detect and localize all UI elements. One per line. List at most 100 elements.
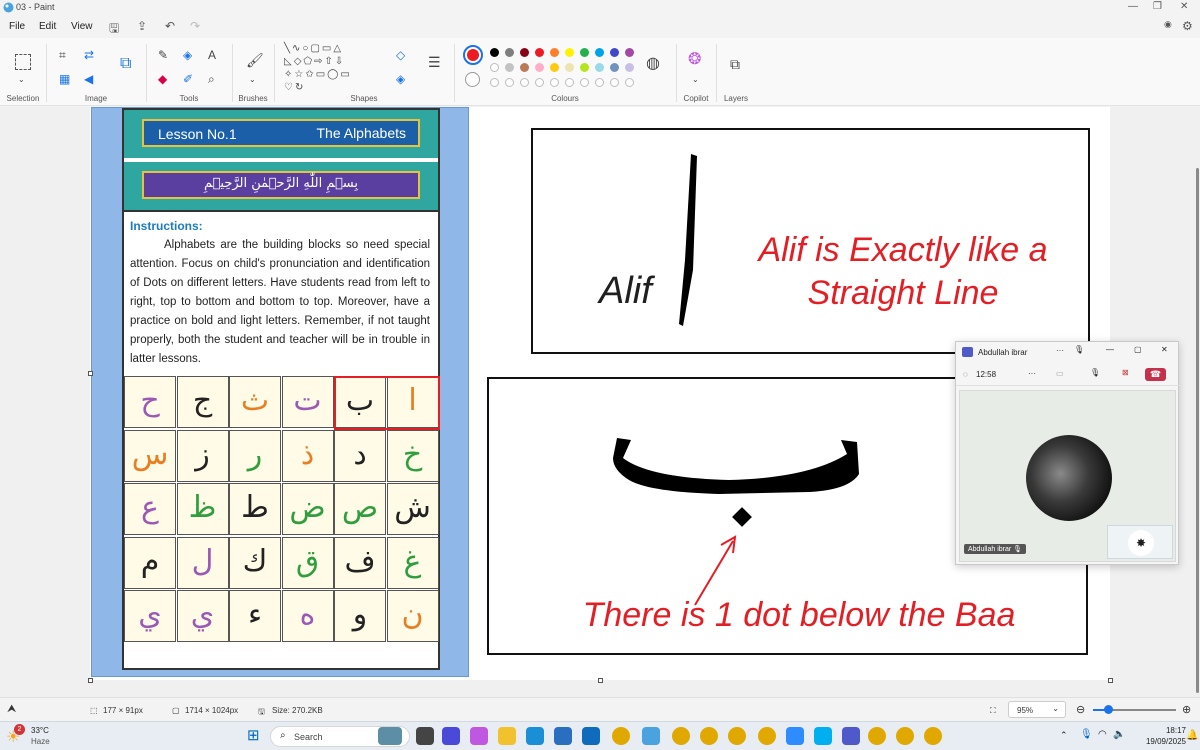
colour-swatch[interactable]: [610, 63, 619, 72]
primary-color-swatch[interactable]: [463, 45, 483, 65]
resize-handle-bottom-right[interactable]: [1108, 678, 1113, 683]
colour-swatch[interactable]: [565, 48, 574, 57]
hang-up-button[interactable]: ☎: [1145, 368, 1166, 381]
custom-colour-swatch[interactable]: [490, 78, 499, 87]
resize-handle-left[interactable]: [88, 371, 93, 376]
colour-swatch[interactable]: [505, 48, 514, 57]
colour-swatch[interactable]: [580, 63, 589, 72]
custom-colour-swatch[interactable]: [565, 78, 574, 87]
maximize-icon[interactable]: ❐: [1153, 1, 1162, 12]
menu-file[interactable]: File: [9, 21, 25, 32]
store-icon[interactable]: [554, 727, 572, 745]
chrome-profile-icon[interactable]: [868, 727, 886, 745]
copilot-icon[interactable]: [470, 727, 488, 745]
colour-swatch[interactable]: [625, 63, 634, 72]
chrome-icon[interactable]: [896, 727, 914, 745]
car-widget-icon[interactable]: [378, 727, 402, 745]
zoom-select[interactable]: 95% ⌄: [1008, 701, 1066, 718]
chrome-profile-icon[interactable]: [700, 727, 718, 745]
skype-icon[interactable]: [814, 727, 832, 745]
selection-tool-icon[interactable]: [15, 54, 31, 70]
colour-swatch[interactable]: [550, 48, 559, 57]
more-icon[interactable]: ···: [1028, 369, 1036, 378]
menu-edit[interactable]: Edit: [39, 21, 56, 32]
teams-call-window[interactable]: Abdullah ibrar ··· 🎙 — ▢ ✕ ◌ 12:58 ··· ▭…: [955, 341, 1180, 565]
mic-tray-icon[interactable]: 🎙: [1080, 729, 1093, 740]
custom-colour-swatch[interactable]: [610, 78, 619, 87]
undo-icon[interactable]: ↶: [165, 19, 175, 33]
redo-icon[interactable]: ↷: [190, 19, 200, 33]
colour-swatch[interactable]: [625, 48, 634, 57]
share-icon[interactable]: ⇪: [137, 19, 147, 33]
magnifier-icon[interactable]: ⌕: [208, 73, 215, 85]
image-select-icon[interactable]: ▦: [59, 73, 70, 85]
rotate-icon[interactable]: ◀: [84, 73, 93, 85]
size-icon[interactable]: ☰: [428, 55, 441, 69]
eraser-icon[interactable]: ◆: [158, 73, 167, 85]
fit-icon[interactable]: ⛶: [990, 706, 996, 716]
clock-date[interactable]: 19/09/2025: [1130, 737, 1186, 746]
zoom-icon[interactable]: [786, 727, 804, 745]
colour-swatch[interactable]: [535, 48, 544, 57]
chevron-down-icon[interactable]: ⌄: [692, 74, 699, 86]
mic-icon[interactable]: 🎙: [1074, 345, 1084, 354]
account-icon[interactable]: ◉: [1164, 19, 1172, 30]
folder-icon[interactable]: [498, 727, 516, 745]
crop-icon[interactable]: ⌗: [59, 49, 66, 61]
chrome-profile-icon[interactable]: [672, 727, 690, 745]
colour-swatch[interactable]: [595, 48, 604, 57]
outlook-icon[interactable]: [582, 727, 600, 745]
image-resize-icon[interactable]: ⧉: [120, 56, 131, 72]
colour-swatch[interactable]: [535, 63, 544, 72]
wifi-icon[interactable]: ◠: [1098, 729, 1107, 740]
file-explorer-icon[interactable]: [416, 727, 434, 745]
start-icon[interactable]: ⊞: [247, 726, 260, 744]
color-picker-icon[interactable]: ✐: [183, 73, 193, 85]
settings-icon[interactable]: ⚙: [1182, 19, 1193, 33]
chrome-profile-icon[interactable]: [758, 727, 776, 745]
colour-swatch[interactable]: [550, 63, 559, 72]
custom-colour-swatch[interactable]: [625, 78, 634, 87]
zoom-slider-thumb[interactable]: [1104, 705, 1113, 714]
close-icon[interactable]: ✕: [1180, 1, 1188, 12]
custom-colour-swatch[interactable]: [520, 78, 529, 87]
colour-swatch[interactable]: [520, 48, 529, 57]
colour-swatch[interactable]: [490, 48, 499, 57]
shape-fill-icon[interactable]: ◈: [396, 73, 405, 85]
resize-handle-bottom-left[interactable]: [88, 678, 93, 683]
resize-icon[interactable]: ⇄: [84, 49, 94, 61]
camera-icon[interactable]: ▭: [1056, 369, 1064, 378]
colour-swatch[interactable]: [580, 48, 589, 57]
brush-icon[interactable]: 🖌: [246, 53, 264, 67]
notification-icon[interactable]: 🔔: [1186, 730, 1198, 741]
microphone-icon[interactable]: 🎙: [1090, 368, 1100, 377]
outline-icon[interactable]: ◇: [396, 49, 405, 61]
volume-icon[interactable]: 🔈: [1113, 729, 1125, 740]
colour-swatch[interactable]: [520, 63, 529, 72]
edge-icon[interactable]: [526, 727, 544, 745]
edit-colours-icon[interactable]: ◍: [646, 56, 660, 72]
secondary-color-swatch[interactable]: [465, 72, 480, 87]
fill-icon[interactable]: ◈: [183, 49, 192, 61]
save-icon[interactable]: 🖫: [109, 19, 119, 40]
custom-colour-swatch[interactable]: [505, 78, 514, 87]
resize-handle-bottom[interactable]: [598, 678, 603, 683]
chevron-down-icon[interactable]: ⌄: [249, 74, 256, 86]
share-screen-icon[interactable]: ⊠: [1122, 368, 1129, 377]
text-icon[interactable]: A: [208, 49, 216, 61]
custom-colour-swatch[interactable]: [535, 78, 544, 87]
more-icon[interactable]: ···: [1056, 346, 1064, 355]
zoom-in-icon[interactable]: ⊕: [1182, 703, 1191, 716]
menu-view[interactable]: View: [71, 21, 93, 32]
close-icon[interactable]: ✕: [1161, 345, 1168, 354]
shapes-gallery[interactable]: ╲∿○▢▭△ ◺◇⬠⇨⇧⇩ ✧☆✩▭◯▭ ♡↻: [284, 42, 380, 94]
minimize-icon[interactable]: —: [1128, 1, 1138, 12]
teams-icon[interactable]: [842, 727, 860, 745]
colour-swatch[interactable]: [595, 63, 604, 72]
minimize-icon[interactable]: —: [1106, 345, 1114, 354]
chrome-profile-icon[interactable]: [924, 727, 942, 745]
colour-swatch[interactable]: [490, 63, 499, 72]
tray-chevron-icon[interactable]: ⌃: [1060, 730, 1068, 741]
copilot-icon[interactable]: ❂: [688, 52, 701, 68]
layers-icon[interactable]: ⧉: [730, 57, 740, 71]
